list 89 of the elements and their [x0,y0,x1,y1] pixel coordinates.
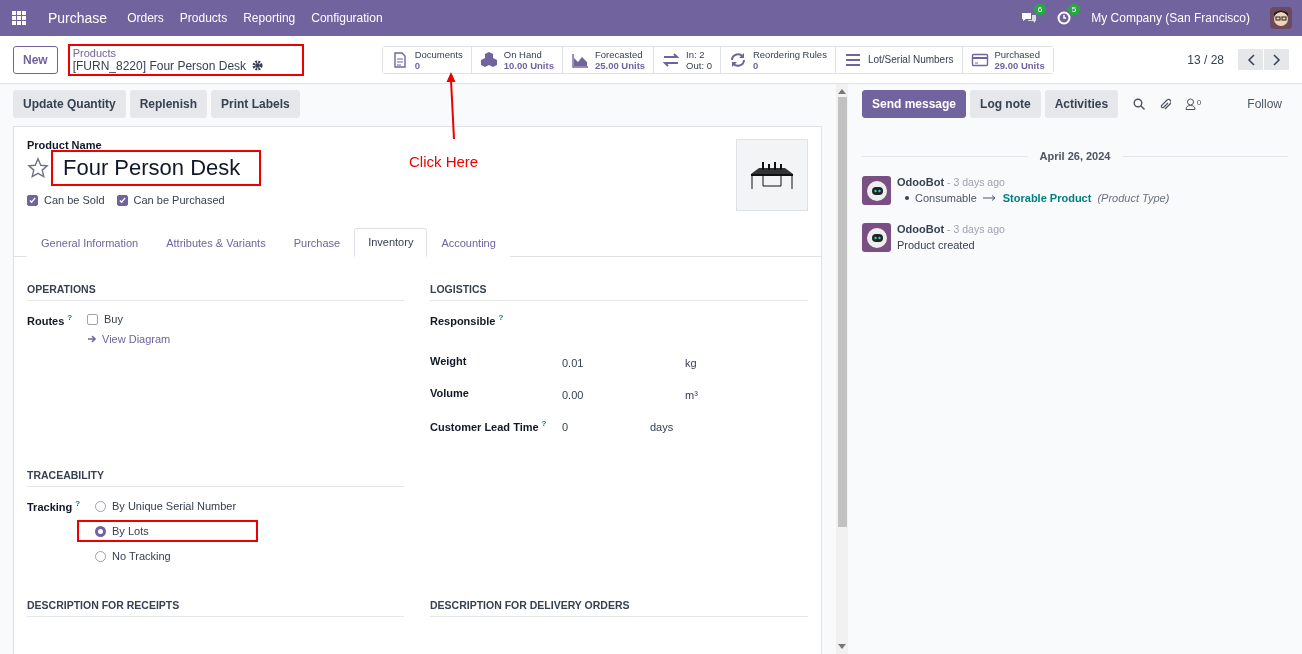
star-icon[interactable] [27,157,49,179]
section-title: OPERATIONS [27,283,404,301]
field-label: Weight [430,355,468,367]
exchange-icon [662,50,681,69]
chatter-button[interactable]: Send message [862,90,967,118]
bullet-icon [905,196,909,200]
chat-icon[interactable] [1021,11,1038,25]
chevron-right-icon [1272,53,1281,66]
message-count: 6 [1033,4,1047,15]
field-label: Volume [430,387,470,399]
checkbox[interactable] [116,194,128,206]
field-value: 0 [562,420,570,433]
checkbox[interactable] [27,194,38,206]
follow-button[interactable]: Follow [1241,96,1288,112]
search-icon[interactable] [1132,98,1145,110]
action-button[interactable]: Replenish [129,90,208,118]
old-value: Consumable [915,192,977,204]
section-title: LOGISTICS [430,283,808,301]
message-author: OdooBot [897,223,945,235]
field-label: Customer Lead Time $^{?}$ [430,419,548,433]
message-author: OdooBot [897,176,945,188]
checkbox[interactable] [87,313,98,325]
chatter-button[interactable]: Log note [970,90,1041,118]
section-title: DESCRIPTION FOR DELIVERY ORDERS [430,599,808,617]
chevron-left-icon [1246,53,1255,66]
next-button[interactable] [1264,49,1289,70]
apps-grid-icon[interactable] [12,11,26,25]
smart-button[interactable]: Documents 0 [382,46,472,73]
radio-button[interactable] [95,525,106,537]
company-name[interactable]: My Company (San Francisco) [1091,11,1250,25]
radio-button[interactable] [95,500,106,512]
chatter-button[interactable]: Activities [1044,90,1119,118]
message-time: - 3 days ago [947,176,1005,188]
previous-button[interactable] [1238,49,1263,70]
message-time: - 3 days ago [947,223,1005,235]
product-name-field[interactable]: Four Person Desk [53,152,259,184]
nav-menu-item[interactable]: Products [179,11,228,25]
radio-option[interactable]: By Lots [79,522,257,540]
nav-menu-item[interactable]: Reporting [243,11,296,25]
nav-menu-item[interactable]: Orders [127,11,164,25]
activity-count: 5 [1067,4,1081,15]
field-label: Routes $^{?}$ [27,313,74,327]
field-label: Tracking $^{?}$ [27,499,79,513]
new-value: Storable Product [1002,192,1092,204]
clock-icon[interactable] [1057,11,1072,25]
desk-drawing [749,160,795,190]
checkbox-label[interactable]: Can be Purchased [116,194,225,206]
refresh-icon [728,50,747,69]
field-value: 0.00 [562,388,585,401]
form-tab[interactable]: Inventory [354,228,428,257]
annotation-text: Click Here [409,153,479,170]
radio-button[interactable] [95,550,106,562]
nav-menu-item[interactable]: Configuration [311,11,383,25]
radio-option[interactable]: By Unique Serial Number [79,497,257,515]
avatar-icon[interactable] [1270,7,1292,29]
bot-avatar [862,176,891,205]
follower-count: 0 [1196,98,1202,107]
action-button[interactable]: Print Labels [211,90,300,118]
scrollbar-thumb[interactable] [837,97,847,527]
new-button[interactable]: New [13,45,58,74]
date-separator: April 26, 2024 [1039,150,1111,162]
field-label: Responsible $^{?}$ [430,313,505,327]
checkbox-label[interactable]: Buy [87,313,171,325]
section-title: DESCRIPTION FOR RECEIPTS [27,599,404,617]
field-value: 0.01 [562,356,585,369]
field-label: Product Name [27,139,103,151]
user-icon[interactable] [1184,98,1196,110]
arrow-right-icon [87,334,97,344]
cubes-icon [479,50,498,69]
scroll-down-icon[interactable] [838,644,846,650]
message-text: Product created [897,239,976,251]
unit-label: kg [685,356,698,369]
paperclip-icon[interactable] [1158,97,1171,111]
section-title: TRACEABILITY [27,469,404,487]
app-name[interactable]: Purchase [48,10,108,26]
pager-counter: 13 / 28 [1187,52,1224,67]
field-name: (Product Type) [1097,192,1170,204]
view-diagram-link[interactable]: View Diagram [87,333,171,345]
bot-avatar [862,223,891,252]
unit-label: m³ [685,388,699,401]
radio-option[interactable]: No Tracking [79,547,257,565]
action-button[interactable]: Update Quantity [13,90,126,118]
record-title: [FURN_8220] Four Person Desk [72,58,274,73]
checkbox-label[interactable]: Can be Sold [27,194,105,206]
breadcrumb-link[interactable]: Products [72,46,274,59]
arrow-right-icon [982,195,997,201]
scroll-up-icon[interactable] [838,88,846,94]
gear-icon[interactable] [252,60,264,71]
unit-label: days [650,420,675,433]
